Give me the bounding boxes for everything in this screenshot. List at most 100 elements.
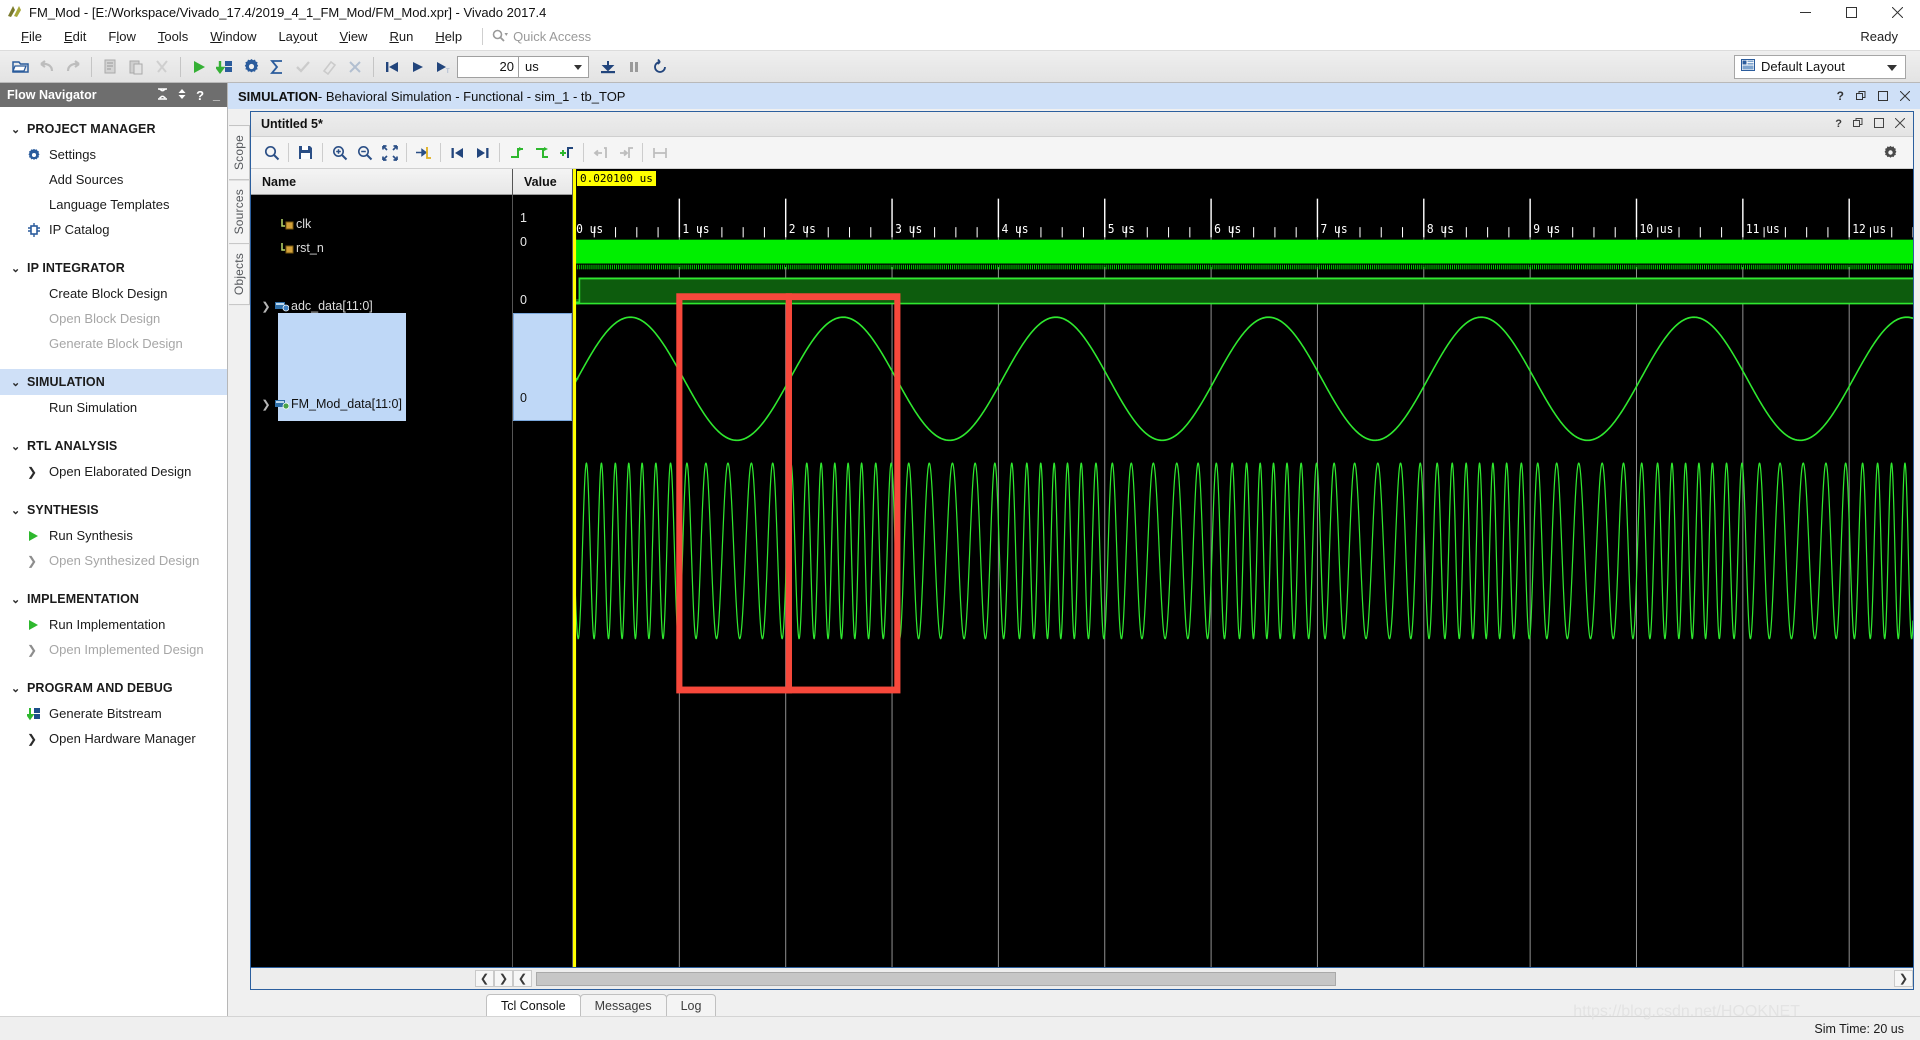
prev-marker-icon[interactable] (588, 140, 613, 165)
tab-objects[interactable]: Objects (229, 243, 250, 305)
next-marker-icon[interactable] (613, 140, 638, 165)
flownav-section-implementation[interactable]: ⌄ IMPLEMENTATION (0, 586, 227, 612)
menu-edit[interactable]: Edit (53, 26, 97, 47)
settings-gear-icon[interactable] (238, 54, 264, 80)
zoom-out-icon[interactable] (352, 140, 377, 165)
sidebar-item-add-sources[interactable]: Add Sources (0, 167, 227, 192)
waveform-canvas[interactable]: 0 us1 us2 us3 us4 us5 us6 us7 us8 us9 us… (573, 169, 1913, 967)
cut-icon[interactable] (149, 54, 175, 80)
save-icon[interactable] (293, 140, 318, 165)
expand-collapse-icon[interactable] (177, 88, 187, 103)
layout-select[interactable]: Default Layout (1734, 55, 1906, 79)
download-icon[interactable] (595, 54, 621, 80)
goto-time-icon[interactable] (411, 140, 436, 165)
menu-window[interactable]: Window (199, 26, 267, 47)
wave-horizontal-scrollbar[interactable] (534, 971, 1892, 987)
expand-arrow-icon[interactable]: ❯ (259, 398, 273, 411)
flownav-section-simulation[interactable]: ⌄ SIMULATION (0, 369, 227, 395)
list-item[interactable]: ❯ adc_data[11:0] (251, 299, 512, 313)
sidebar-item-open-block-design[interactable]: Open Block Design (0, 306, 227, 331)
undo-icon[interactable] (34, 54, 60, 80)
sidebar-item-open-synthesized-design[interactable]: ❯ Open Synthesized Design (0, 548, 227, 573)
add-marker-left-icon[interactable] (504, 140, 529, 165)
float-icon[interactable] (1853, 117, 1863, 131)
paste-icon[interactable] (123, 54, 149, 80)
wave-scroll-left-button[interactable]: ❮ (513, 970, 532, 987)
menu-tools[interactable]: Tools (147, 26, 199, 47)
tab-log[interactable]: Log (666, 994, 717, 1016)
minimize-icon[interactable]: _ (213, 88, 220, 102)
restart-sim-icon[interactable] (379, 54, 405, 80)
maximize-icon[interactable] (1874, 117, 1884, 131)
sidebar-item-run-synthesis[interactable]: Run Synthesis (0, 523, 227, 548)
close-icon[interactable] (1895, 117, 1905, 131)
pause-icon[interactable] (621, 54, 647, 80)
generate-bitstream-icon[interactable] (212, 54, 238, 80)
sim-time-input[interactable]: 20 (457, 56, 519, 78)
search-icon[interactable] (259, 140, 284, 165)
next-transition-icon[interactable] (470, 140, 495, 165)
open-project-icon[interactable] (8, 54, 34, 80)
marker-icon[interactable] (342, 54, 368, 80)
add-marker-icon[interactable] (554, 140, 579, 165)
sidebar-item-create-block-design[interactable]: Create Block Design (0, 281, 227, 306)
run-for-icon[interactable]: T (431, 54, 457, 80)
zoom-fit-icon[interactable] (377, 140, 402, 165)
sidebar-item-run-implementation[interactable]: Run Implementation (0, 612, 227, 637)
menu-file[interactable]: File (10, 26, 53, 47)
help-icon[interactable]: ? (1837, 89, 1844, 103)
check-icon[interactable] (290, 54, 316, 80)
zoom-in-icon[interactable] (327, 140, 352, 165)
scroll-right-button[interactable]: ❯ (494, 970, 513, 987)
maximize-icon[interactable] (1878, 89, 1888, 104)
sim-time-unit-select[interactable]: us (519, 56, 589, 78)
menu-view[interactable]: View (329, 26, 379, 47)
minimize-button[interactable] (1782, 0, 1828, 24)
sidebar-item-run-simulation[interactable]: Run Simulation (0, 395, 227, 420)
expand-arrow-icon[interactable]: ❯ (259, 300, 273, 313)
settings-gear-icon[interactable] (1878, 140, 1903, 165)
erase-icon[interactable] (316, 54, 342, 80)
wave-scroll-right-button[interactable]: ❯ (1894, 970, 1913, 987)
relaunch-icon[interactable] (647, 54, 673, 80)
sidebar-item-language-templates[interactable]: Language Templates (0, 192, 227, 217)
maximize-button[interactable] (1828, 0, 1874, 24)
report-sum-icon[interactable] (264, 54, 290, 80)
copy-icon[interactable] (97, 54, 123, 80)
menu-flow[interactable]: Flow (97, 26, 146, 47)
list-item[interactable]: rst_n (251, 241, 512, 255)
sidebar-item-open-hardware-manager[interactable]: ❯ Open Hardware Manager (0, 726, 227, 751)
collapse-all-icon[interactable] (157, 88, 168, 103)
scroll-left-button[interactable]: ❮ (475, 970, 494, 987)
menu-layout[interactable]: Layout (267, 26, 328, 47)
scrollbar-thumb[interactable] (536, 972, 1336, 986)
redo-icon[interactable] (60, 54, 86, 80)
list-item[interactable]: clk (251, 217, 512, 231)
menu-run[interactable]: Run (378, 26, 424, 47)
close-icon[interactable] (1900, 89, 1910, 104)
sidebar-item-ip-catalog[interactable]: IP Catalog (0, 217, 227, 242)
sidebar-item-open-elaborated-design[interactable]: ❯ Open Elaborated Design (0, 459, 227, 484)
sidebar-item-generate-block-design[interactable]: Generate Block Design (0, 331, 227, 356)
sidebar-item-generate-bitstream[interactable]: Generate Bitstream (0, 701, 227, 726)
flownav-section-project-manager[interactable]: ⌄ PROJECT MANAGER (0, 116, 227, 142)
quick-access-box[interactable]: Quick Access (492, 29, 591, 45)
close-button[interactable] (1874, 0, 1920, 24)
sidebar-item-settings[interactable]: Settings (0, 142, 227, 167)
tab-sources[interactable]: Sources (229, 179, 250, 244)
add-marker-right-icon[interactable] (529, 140, 554, 165)
flownav-section-program-and-debug[interactable]: ⌄ PROGRAM AND DEBUG (0, 675, 227, 701)
help-icon[interactable]: ? (1835, 118, 1842, 130)
flownav-section-rtl-analysis[interactable]: ⌄ RTL ANALYSIS (0, 433, 227, 459)
measure-icon[interactable] (647, 140, 672, 165)
tab-messages[interactable]: Messages (580, 994, 667, 1016)
tab-scope[interactable]: Scope (229, 125, 250, 180)
menu-help[interactable]: Help (424, 26, 473, 47)
flownav-section-ip-integrator[interactable]: ⌄ IP INTEGRATOR (0, 255, 227, 281)
sidebar-item-open-implemented-design[interactable]: ❯ Open Implemented Design (0, 637, 227, 662)
restore-icon[interactable] (1856, 89, 1866, 104)
list-item[interactable]: ❯ FM_Mod_data[11:0] (251, 397, 512, 411)
tab-tcl-console[interactable]: Tcl Console (486, 994, 581, 1016)
run-icon[interactable] (186, 54, 212, 80)
run-all-icon[interactable] (405, 54, 431, 80)
